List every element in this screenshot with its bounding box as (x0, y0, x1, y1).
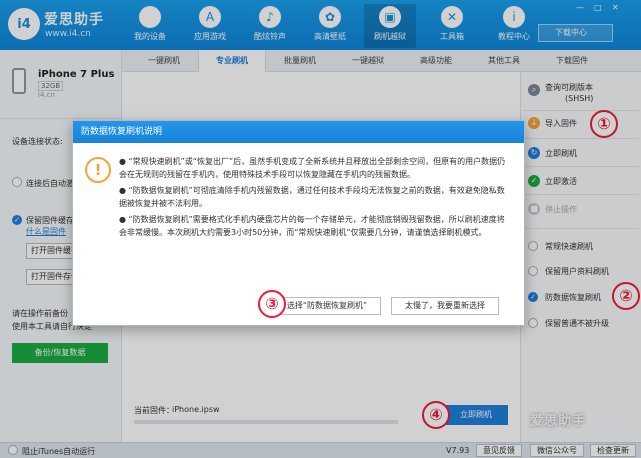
dialog-body: ● “常规快速刷机”或“恢复出厂”后，虽然手机变成了全新系统并且释放出全部剩余空… (119, 155, 507, 242)
dialog-title: 防数据恢复刷机说明 (73, 121, 524, 143)
marker-3: ③ (258, 290, 286, 318)
confirm-anti-recovery-button[interactable]: 选择“防数据恢复刷机” (273, 297, 381, 315)
reselect-button[interactable]: 太慢了，我要重新选择 (391, 297, 499, 315)
anti-recovery-dialog: 防数据恢复刷机说明 ! ● “常规快速刷机”或“恢复出厂”后，虽然手机变成了全新… (72, 120, 525, 326)
dialog-paragraph-3: ● “防数据恢复刷机”需要格式化手机内硬盘芯片的每一个存储单元，才能彻底销毁残留… (119, 215, 505, 237)
warning-icon: ! (85, 157, 111, 183)
dialog-paragraph-1: ● “常规快速刷机”或“恢复出厂”后，虽然手机变成了全新系统并且释放出全部剩余空… (119, 157, 506, 179)
dialog-paragraph-2: ● “防数据恢复刷机”可彻底清除手机内残留数据，通过任何技术手段均无法恢复之前的… (119, 186, 505, 208)
